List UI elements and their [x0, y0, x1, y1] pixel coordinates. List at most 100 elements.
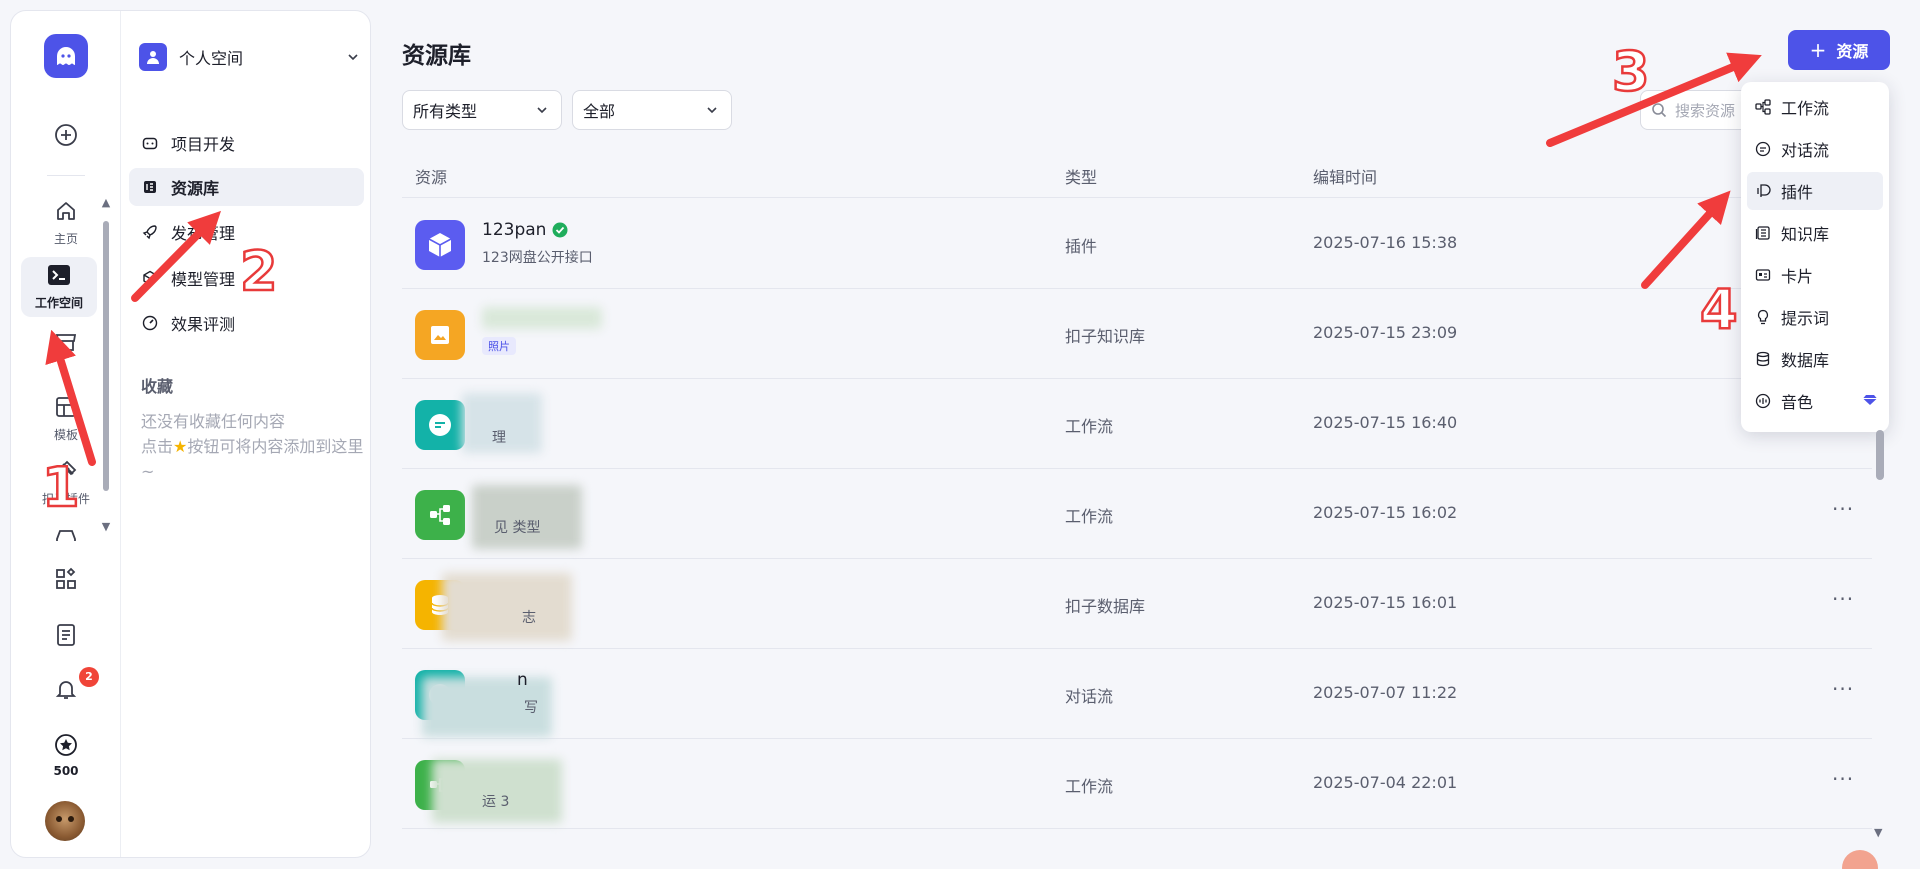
points-button[interactable]: 500 — [41, 733, 91, 778]
resource-type: 扣子知识库 — [1065, 327, 1146, 346]
library-icon — [144, 181, 156, 193]
scope-filter-select[interactable]: 全部 — [572, 90, 732, 130]
menu-item-workflow[interactable]: 工作流 — [1747, 88, 1883, 126]
add-resource-menu: 工作流 对话流 插件 知识库 卡片 提示词 数据库 音色 — [1741, 82, 1889, 432]
scroll-down-icon[interactable]: ▼ — [100, 521, 112, 533]
docs-button[interactable] — [41, 623, 91, 651]
star-icon: ★ — [173, 437, 188, 456]
workspace-nav: 个人空间 项目开发 资源库 发布管理 模型管理 效果评测 收藏 还没有收藏任何内… — [121, 11, 370, 857]
resource-icon — [415, 400, 465, 450]
scroll-up-icon[interactable]: ▲ — [100, 197, 112, 209]
rail-item-store[interactable] — [41, 331, 91, 360]
voice-icon — [1755, 393, 1771, 409]
cube-icon — [428, 233, 452, 257]
scroll-down-icon[interactable]: ▼ — [1874, 826, 1882, 839]
nav-item-label: 效果评测 — [171, 315, 236, 334]
nav-item-projects[interactable]: 项目开发 — [129, 124, 364, 162]
ghost-logo-icon — [57, 47, 75, 65]
space-name: 个人空间 — [179, 49, 244, 68]
more-actions-button[interactable]: ··· — [1832, 587, 1854, 611]
document-icon — [57, 624, 75, 646]
plus-icon: + — [1809, 38, 1827, 62]
rail-item-car[interactable] — [41, 525, 91, 541]
redacted-name — [442, 573, 572, 641]
menu-item-voice[interactable]: 音色 — [1747, 382, 1883, 420]
robot-icon — [142, 137, 158, 150]
main-content: 资源库 + 资源 所有类型 全部 搜索资源 资源 类型 编辑时间 123pan … — [400, 0, 1920, 869]
table-row[interactable]: 照片 扣子知识库 2025-07-15 23:09 — [402, 289, 1872, 379]
resource-name: n — [517, 670, 528, 690]
rail-item-template[interactable]: 模板 — [41, 395, 91, 443]
space-avatar — [139, 43, 167, 71]
scroll-thumb[interactable] — [103, 221, 109, 491]
star-coin-icon — [55, 734, 77, 756]
redacted-name — [482, 307, 602, 329]
table-row[interactable]: 见 类型 工作流 2025-07-15 16:02 ··· — [402, 469, 1872, 559]
points-value: 500 — [53, 764, 79, 778]
notification-badge: 2 — [79, 667, 99, 687]
resource-desc: 123网盘公开接口 — [482, 250, 593, 266]
favorites-title: 收藏 — [141, 377, 174, 396]
resource-type: 对话流 — [1065, 687, 1114, 706]
resource-type: 扣子数据库 — [1065, 597, 1146, 616]
menu-item-prompt[interactable]: 提示词 — [1747, 298, 1883, 336]
annotation-number-2: 2 — [239, 239, 279, 305]
premium-diamond-icon — [1863, 395, 1877, 405]
menu-item-database[interactable]: 数据库 — [1747, 340, 1883, 378]
menu-item-label: 插件 — [1781, 183, 1814, 202]
resource-time: 2025-07-15 16:02 — [1313, 503, 1458, 522]
resource-name-text: 123pan — [482, 220, 547, 240]
app-logo[interactable] — [44, 34, 88, 78]
main-scroll-thumb[interactable] — [1876, 430, 1884, 480]
menu-item-plugin[interactable]: 插件 — [1747, 172, 1883, 210]
resource-desc: 写 — [524, 700, 538, 716]
chevron-down-icon — [348, 54, 358, 61]
knowledge-icon — [1755, 226, 1770, 240]
apps-button[interactable] — [41, 567, 91, 595]
table-row[interactable]: 志 扣子数据库 2025-07-15 16:01 ··· — [402, 559, 1872, 649]
avatar-eye — [68, 816, 74, 822]
nav-item-evaluation[interactable]: 效果评测 — [129, 304, 364, 342]
resource-name: 123pan — [482, 220, 568, 240]
more-actions-button[interactable]: ··· — [1832, 767, 1854, 791]
annotation-number-1: 1 — [41, 455, 81, 521]
chat-flow-icon — [1755, 141, 1771, 157]
menu-item-knowledge[interactable]: 知识库 — [1747, 214, 1883, 252]
space-selector[interactable]: 个人空间 — [139, 41, 360, 73]
rail-scrollbar[interactable]: ▲ ▼ — [100, 197, 112, 541]
verified-icon — [552, 222, 568, 238]
resource-icon — [415, 220, 465, 270]
grid-icon — [56, 567, 76, 589]
type-filter-value: 所有类型 — [413, 102, 478, 121]
bell-icon — [55, 681, 77, 699]
menu-item-chatflow[interactable]: 对话流 — [1747, 130, 1883, 168]
table-row[interactable]: n 写 对话流 2025-07-07 11:22 ··· — [402, 649, 1872, 739]
resource-desc: 运 3 — [482, 794, 510, 810]
home-icon — [57, 202, 75, 220]
more-actions-button[interactable]: ··· — [1832, 677, 1854, 701]
column-type: 类型 — [1065, 168, 1098, 187]
annotation-number-3: 3 — [1611, 39, 1651, 105]
table-row[interactable]: 123pan 123网盘公开接口 插件 2025-07-16 15:38 — [402, 199, 1872, 289]
resource-type: 插件 — [1065, 237, 1098, 256]
menu-item-label: 数据库 — [1781, 351, 1830, 370]
resource-time: 2025-07-07 11:22 — [1313, 683, 1458, 702]
user-avatar[interactable] — [45, 801, 85, 841]
table-row[interactable]: 理 工作流 2025-07-15 16:40 — [402, 379, 1872, 469]
avatar-eye — [56, 816, 62, 822]
more-actions-button[interactable]: ··· — [1832, 497, 1854, 521]
type-filter-select[interactable]: 所有类型 — [402, 90, 562, 130]
rocket-icon — [142, 225, 157, 240]
rail-item-workspace[interactable]: 工作空间 — [21, 257, 97, 317]
create-button[interactable] — [41, 123, 91, 151]
resource-type: 工作流 — [1065, 417, 1114, 436]
resource-icon — [415, 310, 465, 360]
table-row[interactable]: 运 3 工作流 2025-07-04 22:01 ··· — [402, 739, 1872, 829]
workflow-icon — [430, 505, 450, 525]
search-placeholder: 搜索资源 — [1675, 101, 1736, 120]
menu-item-card[interactable]: 卡片 — [1747, 256, 1883, 294]
favorites-empty-line1: 还没有收藏任何内容 — [141, 412, 286, 431]
nav-item-library[interactable]: 资源库 — [129, 168, 364, 206]
add-resource-button[interactable]: + 资源 — [1788, 30, 1890, 70]
rail-item-home[interactable]: 主页 — [41, 199, 91, 247]
